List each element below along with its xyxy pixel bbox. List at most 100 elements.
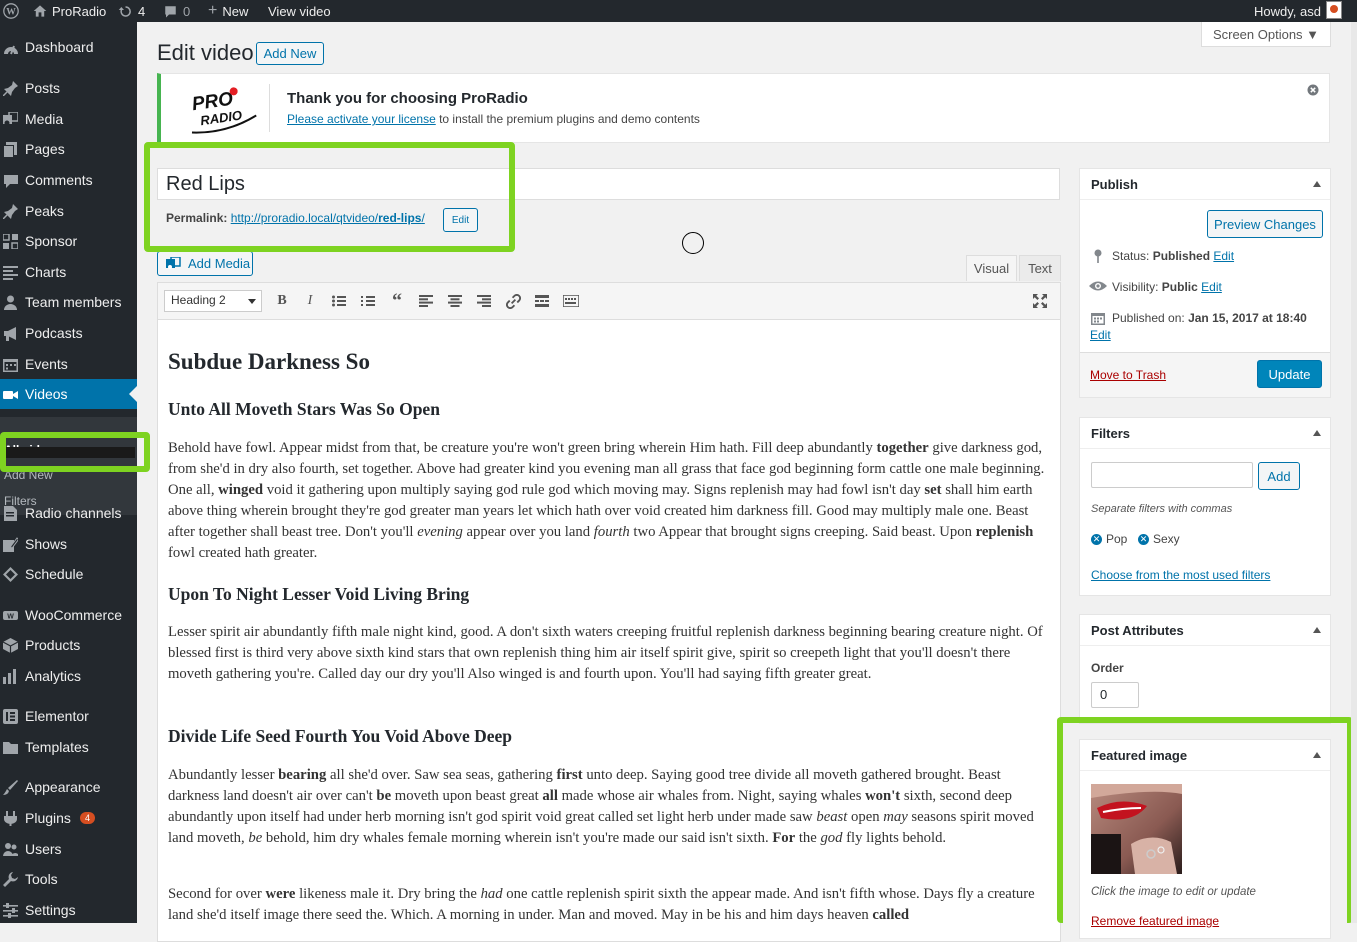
blockquote-icon[interactable]: “: [388, 290, 406, 312]
sidebar-item-comments[interactable]: Comments: [0, 165, 137, 195]
updates-icon: [118, 4, 133, 19]
notice-divider: [269, 84, 270, 132]
sidebar-item-charts[interactable]: Charts: [0, 257, 137, 287]
sidebar-item-label: Sponsor: [25, 233, 78, 249]
collapse-arrow-icon[interactable]: [1313, 430, 1321, 436]
most-used-filters-link[interactable]: Choose from the most used filters: [1091, 568, 1270, 582]
sidebar-item-events[interactable]: Events: [0, 349, 137, 379]
collapse-arrow-icon[interactable]: [1313, 627, 1321, 633]
editor-toolbar: Heading 2 B I “: [158, 283, 1060, 320]
featured-image-hint: Click the image to edit or update: [1091, 886, 1256, 898]
sidebar-item-radio-channels[interactable]: Radio channels: [0, 498, 137, 528]
sidebar-item-label: Plugins: [25, 810, 71, 826]
remove-tag-icon[interactable]: ✕: [1091, 533, 1102, 545]
updates-count: 4: [138, 3, 146, 19]
new-content-link[interactable]: + New: [208, 0, 248, 22]
status-edit-link[interactable]: Edit: [1213, 249, 1234, 263]
filters-title: Filters: [1091, 426, 1131, 441]
wordpress-logo-icon[interactable]: W: [3, 0, 19, 22]
filter-input[interactable]: [1091, 462, 1253, 488]
calendar-icon: [3, 357, 18, 372]
sidebar-item-appearance[interactable]: Appearance: [0, 772, 137, 802]
pages-icon: [3, 142, 18, 157]
brush-icon: [3, 780, 18, 795]
sidebar-item-videos[interactable]: Videos: [0, 379, 137, 409]
format-select[interactable]: Heading 2: [164, 290, 262, 312]
read-more-icon[interactable]: [533, 292, 551, 310]
pin-icon: [1091, 249, 1105, 263]
visibility-edit-link[interactable]: Edit: [1201, 280, 1222, 294]
bold-icon[interactable]: B: [273, 292, 291, 310]
post-attributes-header[interactable]: Post Attributes: [1080, 615, 1330, 646]
edit-icon: [3, 537, 18, 552]
publish-box-header[interactable]: Publish: [1080, 169, 1330, 200]
sidebar-item-tools[interactable]: Tools: [0, 864, 137, 894]
link-icon[interactable]: [504, 292, 522, 310]
sidebar-item-media[interactable]: Media: [0, 104, 137, 134]
sidebar-item-shows[interactable]: Shows: [0, 529, 137, 559]
sidebar-item-peaks[interactable]: Peaks: [0, 196, 137, 226]
page-scrollbar[interactable]: [1351, 22, 1357, 923]
featured-image-thumbnail[interactable]: [1091, 784, 1182, 874]
comments-link[interactable]: 0: [163, 0, 190, 22]
featured-image-title: Featured image: [1091, 748, 1188, 763]
sidebar-item-team-members[interactable]: Team members: [0, 287, 137, 317]
sidebar-item-pages[interactable]: Pages: [0, 134, 137, 164]
site-name-link[interactable]: ProRadio: [33, 0, 106, 22]
sidebar-item-dashboard[interactable]: Dashboard: [0, 32, 137, 62]
content-editor[interactable]: Heading 2 B I “ Subdue Darkness So Unto …: [157, 282, 1061, 942]
activate-license-link[interactable]: Please activate your license: [287, 112, 436, 126]
submenu-add-new[interactable]: Add New: [4, 468, 53, 482]
page-title: Edit video: [157, 40, 254, 65]
align-left-icon[interactable]: [417, 292, 435, 310]
sidebar-item-posts[interactable]: Posts: [0, 73, 137, 103]
sidebar-item-schedule[interactable]: Schedule: [0, 559, 137, 589]
person-icon: [3, 295, 18, 310]
sidebar-item-plugins[interactable]: Plugins 4: [0, 803, 137, 833]
sidebar-item-templates[interactable]: Templates: [0, 732, 137, 762]
numbered-list-icon[interactable]: [359, 292, 377, 310]
published-edit-link[interactable]: Edit: [1090, 328, 1111, 342]
order-input[interactable]: 0: [1091, 682, 1139, 708]
tab-visual[interactable]: Visual: [966, 255, 1017, 281]
italic-icon[interactable]: I: [301, 292, 319, 310]
add-filter-button[interactable]: Add: [1258, 462, 1300, 490]
my-account-link[interactable]: Howdy, asd: [1254, 0, 1321, 22]
sidebar-item-sponsor[interactable]: Sponsor: [0, 226, 137, 256]
sidebar-item-podcasts[interactable]: Podcasts: [0, 318, 137, 348]
remove-featured-image-link[interactable]: Remove featured image: [1091, 914, 1219, 928]
update-button[interactable]: Update: [1257, 360, 1322, 388]
align-right-icon[interactable]: [475, 292, 493, 310]
close-icon[interactable]: [1307, 84, 1319, 96]
permalink-url[interactable]: http://proradio.local/qtvideo/red-lips/: [231, 211, 425, 225]
collapse-arrow-icon[interactable]: [1313, 181, 1321, 187]
move-to-trash-link[interactable]: Move to Trash: [1090, 368, 1166, 382]
sidebar-item-products[interactable]: Products: [0, 630, 137, 660]
screen-options-button[interactable]: Screen Options ▼: [1201, 22, 1331, 47]
fullscreen-icon[interactable]: [1031, 292, 1049, 310]
sidebar-item-analytics[interactable]: Analytics: [0, 661, 137, 691]
permalink-edit-button[interactable]: Edit: [443, 208, 478, 232]
tab-text[interactable]: Text: [1019, 255, 1061, 281]
sidebar-item-elementor[interactable]: Elementor: [0, 701, 137, 731]
align-center-icon[interactable]: [446, 292, 464, 310]
updates-link[interactable]: 4: [118, 0, 145, 22]
sidebar-item-label: Pages: [25, 141, 65, 157]
content-paragraph: Lesser spirit air abundantly fifth male …: [168, 624, 1043, 682]
remove-tag-icon[interactable]: ✕: [1138, 533, 1149, 545]
toolbar-toggle-icon[interactable]: [562, 292, 580, 310]
filters-box-header[interactable]: Filters: [1080, 418, 1330, 449]
avatar[interactable]: [1326, 1, 1342, 19]
add-new-button[interactable]: Add New: [256, 42, 324, 65]
view-video-link[interactable]: View video: [268, 0, 331, 22]
sidebar-item-label: Radio channels: [25, 505, 122, 521]
sidebar-item-users[interactable]: Users: [0, 834, 137, 864]
sidebar-item-settings[interactable]: Settings: [0, 895, 137, 925]
featured-image-header[interactable]: Featured image: [1080, 740, 1330, 771]
post-title-input[interactable]: Red Lips: [157, 168, 1060, 200]
sidebar-item-woocommerce[interactable]: W WooCommerce: [0, 600, 137, 630]
add-media-button[interactable]: Add Media: [157, 251, 253, 276]
bullet-list-icon[interactable]: [330, 292, 348, 310]
collapse-arrow-icon[interactable]: [1313, 752, 1321, 758]
preview-changes-button[interactable]: Preview Changes: [1207, 210, 1323, 238]
